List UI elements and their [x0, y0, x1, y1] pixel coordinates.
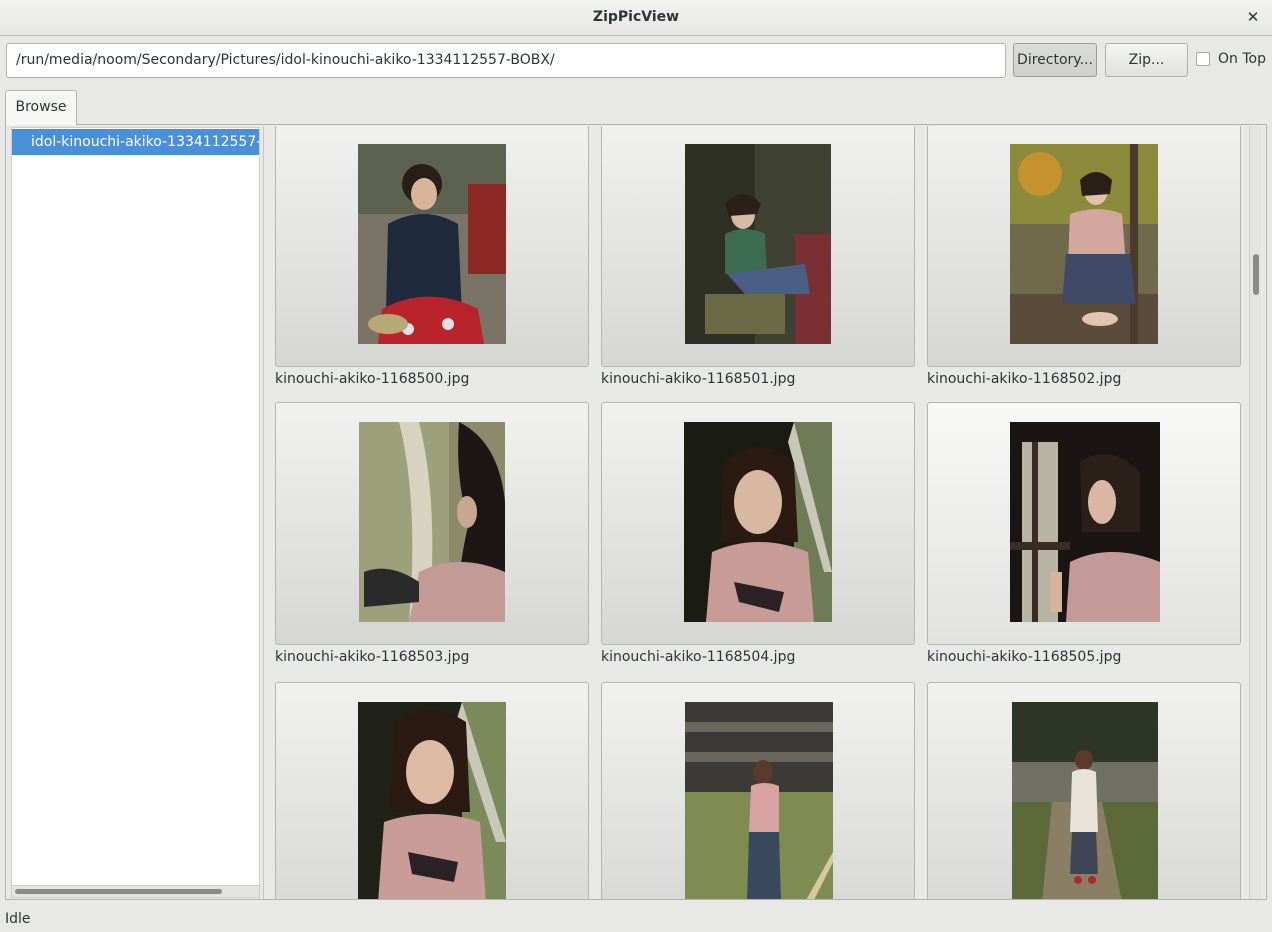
- thumbnail-image: [359, 422, 505, 622]
- thumbnail-filename: kinouchi-akiko-1168500.jpg: [275, 371, 470, 387]
- tab-browse[interactable]: Browse: [5, 90, 77, 125]
- thumbnail-filename: kinouchi-akiko-1168505.jpg: [927, 649, 1122, 665]
- directory-tree[interactable]: idol-kinouchi-akiko-1334112557-BOBX: [11, 127, 260, 898]
- thumbnail-filename: kinouchi-akiko-1168503.jpg: [275, 649, 470, 665]
- directory-button[interactable]: Directory...: [1013, 43, 1097, 77]
- tree-horizontal-scrollbar[interactable]: [12, 885, 259, 897]
- close-button[interactable]: ✕: [1242, 6, 1264, 28]
- thumbnail-button[interactable]: [601, 682, 915, 899]
- status-bar-text: Idle: [5, 911, 31, 927]
- thumbnail-image: [685, 144, 831, 344]
- thumbnail-image: [358, 144, 506, 344]
- thumbnail-image: [685, 702, 833, 899]
- thumbnail-image: [358, 702, 506, 899]
- thumbnail-grid: kinouchi-akiko-1168500.jpg kinouchi-akik…: [268, 126, 1248, 899]
- thumbnail-filename: kinouchi-akiko-1168502.jpg: [927, 371, 1122, 387]
- thumbnail-button[interactable]: [275, 126, 589, 367]
- grid-scroll-thumb[interactable]: [1253, 254, 1259, 295]
- thumbnail-button[interactable]: [601, 126, 915, 367]
- thumbnail-image: [684, 422, 832, 622]
- thumbnail-button[interactable]: [601, 402, 915, 645]
- close-icon: ✕: [1246, 8, 1260, 26]
- on-top-label: On Top: [1218, 51, 1266, 67]
- window-title: ZipPicView: [592, 9, 680, 25]
- pane-separator[interactable]: [263, 126, 264, 899]
- thumbnail-button[interactable]: [927, 682, 1241, 899]
- thumbnail-image: [1010, 422, 1160, 622]
- thumbnail-filename: kinouchi-akiko-1168501.jpg: [601, 371, 796, 387]
- thumbnail-button[interactable]: [927, 126, 1241, 367]
- thumbnail-button[interactable]: [275, 682, 589, 899]
- grid-vertical-scrollbar[interactable]: [1249, 126, 1261, 899]
- tree-scroll-thumb[interactable]: [15, 889, 222, 894]
- thumbnail-button[interactable]: [927, 402, 1241, 645]
- tree-item-selected[interactable]: idol-kinouchi-akiko-1334112557-BOBX: [12, 129, 259, 155]
- thumbnail-filename: kinouchi-akiko-1168504.jpg: [601, 649, 796, 665]
- path-input[interactable]: /run/media/noom/Secondary/Pictures/idol-…: [6, 43, 1006, 78]
- thumbnail-image: [1012, 702, 1158, 899]
- on-top-checkbox[interactable]: [1196, 52, 1210, 66]
- thumbnail-image: [1010, 144, 1158, 344]
- title-bar: ZipPicView ✕: [0, 0, 1272, 36]
- thumbnail-button[interactable]: [275, 402, 589, 645]
- zip-button[interactable]: Zip...: [1105, 43, 1188, 77]
